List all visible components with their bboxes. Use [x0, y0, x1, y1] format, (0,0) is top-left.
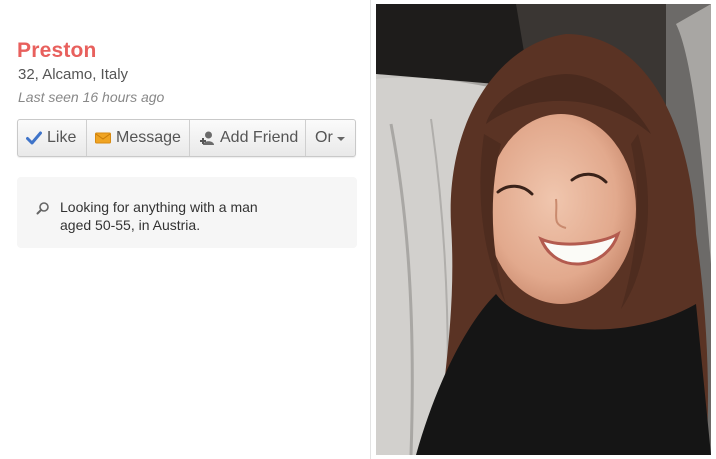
looking-for-text: Looking for anything with a man aged 50-…	[60, 199, 258, 233]
panel-divider	[370, 0, 371, 459]
profile-action-buttons: Like Message Add Friend Or	[17, 119, 356, 157]
envelope-icon	[95, 132, 111, 144]
search-icon	[36, 201, 50, 220]
profile-photo[interactable]	[376, 4, 711, 455]
message-button[interactable]: Message	[87, 120, 190, 156]
last-seen-status: Last seen 16 hours ago	[18, 89, 165, 105]
add-friend-button[interactable]: Add Friend	[190, 120, 306, 156]
profile-panel: Preston 32, Alcamo, Italy Last seen 16 h…	[0, 0, 370, 459]
more-options-dropdown[interactable]: Or	[306, 120, 355, 156]
checkmark-icon	[26, 131, 42, 145]
profile-photo-image	[376, 4, 711, 455]
or-label: Or	[315, 129, 333, 146]
looking-for-box: Looking for anything with a man aged 50-…	[17, 177, 357, 248]
like-label: Like	[47, 129, 77, 146]
profile-meta: 32, Alcamo, Italy	[18, 66, 129, 83]
add-friend-label: Add Friend	[220, 129, 299, 146]
message-label: Message	[116, 129, 181, 146]
caret-down-icon	[336, 137, 345, 141]
add-friend-icon	[200, 130, 215, 146]
like-button[interactable]: Like	[18, 120, 87, 156]
profile-name[interactable]: Preston	[17, 39, 97, 63]
